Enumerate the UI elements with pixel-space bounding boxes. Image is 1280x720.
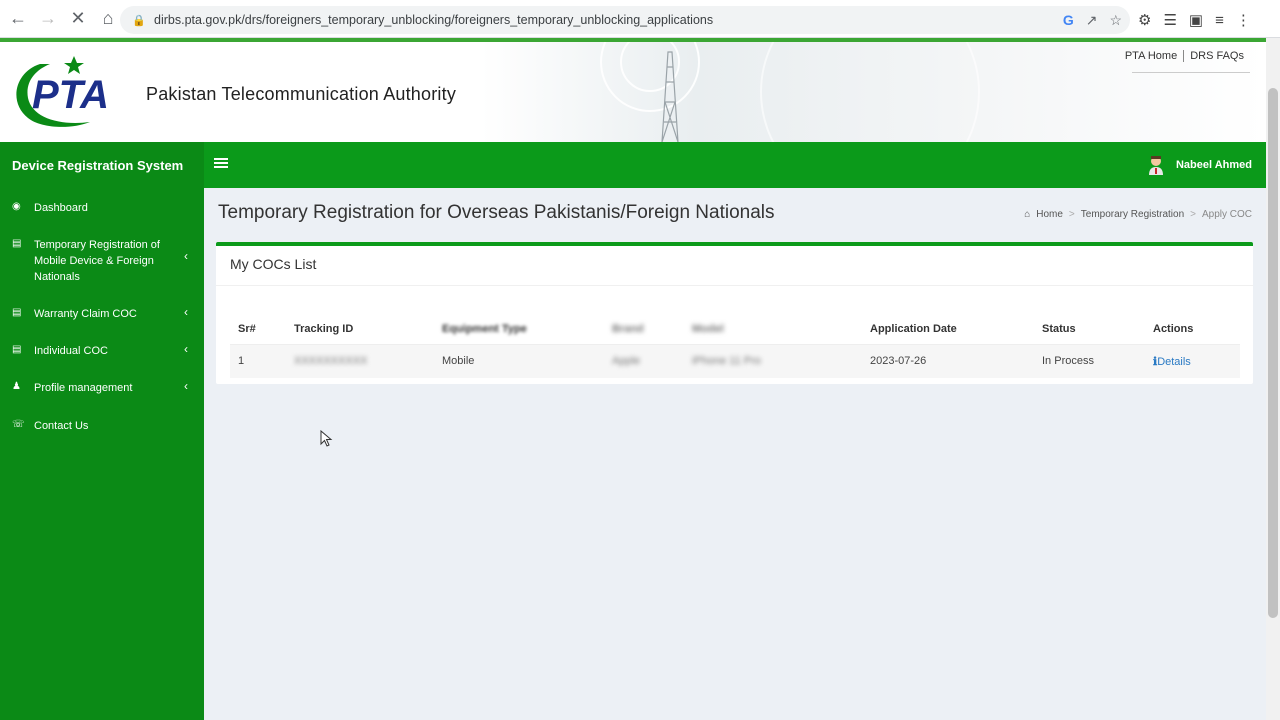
menu-kebab-icon[interactable]: ⋮ [1236, 11, 1251, 29]
page-title: Temporary Registration for Overseas Paki… [218, 202, 775, 223]
chevron-left-icon: ‹ [184, 305, 188, 319]
cocs-list-box: My COCs List Sr# Tracking ID Equipment T… [216, 242, 1253, 384]
user-name: Nabeel Ahmed [1175, 159, 1252, 171]
url-text[interactable]: dirbs.pta.gov.pk/drs/foreigners_temporar… [154, 13, 713, 27]
breadcrumb-apply-coc: Apply COC [1201, 209, 1252, 220]
chevron-left-icon: ‹ [184, 342, 188, 356]
dashboard-icon: ◉ [12, 201, 21, 212]
document-icon: ▤ [12, 307, 22, 318]
cell-actions: ℹDetails [1145, 344, 1240, 378]
column-header: Model [684, 314, 862, 345]
banner-decoration [760, 42, 980, 142]
media-icon[interactable]: ☰ [1163, 11, 1176, 29]
page-scrollbar[interactable] [1266, 38, 1280, 720]
links-divider [1132, 72, 1250, 73]
column-header: Tracking ID [286, 314, 434, 345]
stop-icon[interactable]: ✕ [64, 5, 92, 33]
home-icon: ⌂ [1024, 209, 1031, 220]
sidebar-item-contact-us[interactable]: ☏ Contact Us [0, 418, 204, 434]
column-header: Status [1034, 314, 1145, 345]
sidebar-item-label: Profile management [34, 382, 133, 394]
brand-title[interactable]: Device Registration System [0, 142, 204, 188]
google-icon[interactable]: G [1063, 12, 1074, 28]
document-icon: ▤ [12, 238, 22, 249]
tab-search-icon[interactable]: ≡ [1215, 12, 1224, 29]
extensions-icon[interactable]: ⚙ [1138, 11, 1151, 29]
breadcrumb: ⌂ Home > Temporary Registration > Apply … [1024, 209, 1252, 220]
breadcrumb-separator: > [1190, 209, 1196, 220]
sidebar-item-label: Temporary Registration of Mobile Device … [34, 239, 160, 283]
org-name: Pakistan Telecommunication Authority [146, 84, 457, 104]
box-title: My COCs List [216, 246, 1253, 286]
sidebar-item-label: Dashboard [34, 202, 88, 214]
sidebar-item-label: Individual COC [34, 345, 108, 357]
model-value: iPhone 11 Pro [692, 355, 761, 368]
mouse-cursor-icon [320, 430, 333, 447]
sidebar-item-profile-management[interactable]: ♟ Profile management ‹ [0, 379, 204, 396]
sidepanel-icon[interactable]: ▣ [1189, 11, 1203, 29]
cell-equipment: Mobile [434, 344, 604, 378]
table-header-row: Sr# Tracking ID Equipment Type Brand Mod… [230, 314, 1240, 345]
tracking-id-value: XXXXXXXXXX [294, 355, 368, 368]
phone-icon: ☏ [12, 419, 25, 430]
details-label: Details [1157, 355, 1191, 368]
cell-status: In Process [1034, 344, 1145, 378]
cell-tracking-id: XXXXXXXXXX [286, 344, 434, 378]
breadcrumb-separator: > [1068, 209, 1075, 220]
chevron-left-icon: ‹ [184, 379, 188, 393]
top-links: PTA Home DRS FAQs [1119, 50, 1250, 62]
scroll-thumb[interactable] [1268, 88, 1278, 618]
details-link[interactable]: ℹDetails [1153, 356, 1191, 368]
sidebar: ◉ Dashboard ▤ Temporary Registration of … [0, 188, 204, 720]
user-avatar-icon [1148, 156, 1163, 175]
breadcrumb-temporary-registration[interactable]: Temporary Registration [1081, 209, 1184, 220]
column-header: Equipment Type [434, 314, 604, 345]
lock-icon[interactable]: 🔒 [132, 14, 146, 27]
cocs-table: Sr# Tracking ID Equipment Type Brand Mod… [230, 314, 1240, 378]
column-header: Application Date [862, 314, 1034, 345]
brand-value: Apple [612, 355, 641, 368]
forward-icon[interactable]: → [34, 5, 62, 33]
sidebar-item-warranty-claim[interactable]: ▤ Warranty Claim COC ‹ [0, 305, 204, 322]
share-icon[interactable]: ↗ [1086, 12, 1098, 29]
model-header: Model [692, 322, 724, 335]
sidebar-item-individual-coc[interactable]: ▤ Individual COC ‹ [0, 342, 204, 359]
sidebar-item-temporary-registration[interactable]: ▤ Temporary Registration of Mobile Devic… [0, 237, 204, 285]
user-icon: ♟ [12, 381, 21, 392]
column-header: Sr# [230, 314, 286, 345]
cell-date: 2023-07-26 [862, 344, 1034, 378]
sidebar-item-label: Contact Us [34, 420, 89, 432]
pta-home-link[interactable]: PTA Home [1119, 50, 1183, 62]
back-icon[interactable]: ← [4, 5, 32, 33]
address-bar[interactable]: 🔒 dirbs.pta.gov.pk/drs/foreigners_tempor… [120, 6, 1130, 34]
sidebar-item-label: Warranty Claim COC [34, 308, 137, 320]
sidebar-item-dashboard[interactable]: ◉ Dashboard [0, 200, 204, 216]
pta-logo[interactable]: PTA [10, 52, 132, 132]
breadcrumb-home[interactable]: Home [1036, 209, 1063, 220]
cell-model: iPhone 11 Pro [684, 344, 862, 378]
column-header: Brand [604, 314, 684, 345]
equipment-type-header: Equipment Type [442, 322, 527, 335]
document-icon: ▤ [12, 344, 22, 355]
tower-graphic [661, 51, 679, 142]
cell-brand: Apple [604, 344, 684, 378]
user-menu[interactable]: Nabeel Ahmed [1148, 142, 1252, 188]
header-banner: PTA Pakistan Telecommunication Authority… [0, 42, 1266, 142]
table-row: 1 XXXXXXXXXX Mobile Apple iPhone 11 Pro … [230, 344, 1240, 378]
cell-sr: 1 [230, 344, 286, 378]
brand-header: Brand [612, 322, 644, 335]
column-header: Actions [1145, 314, 1240, 345]
logo-text: PTA [32, 73, 109, 117]
drs-faqs-link[interactable]: DRS FAQs [1183, 50, 1250, 62]
chevron-left-icon: ‹ [184, 249, 188, 263]
top-navbar: Device Registration System Nabeel Ahmed [0, 142, 1266, 188]
hamburger-menu-icon[interactable] [214, 156, 232, 174]
browser-toolbar: ← → ✕ ⌂ 🔒 dirbs.pta.gov.pk/drs/foreigner… [0, 0, 1280, 38]
bookmark-star-icon[interactable]: ☆ [1109, 12, 1122, 29]
home-icon[interactable]: ⌂ [94, 5, 122, 33]
